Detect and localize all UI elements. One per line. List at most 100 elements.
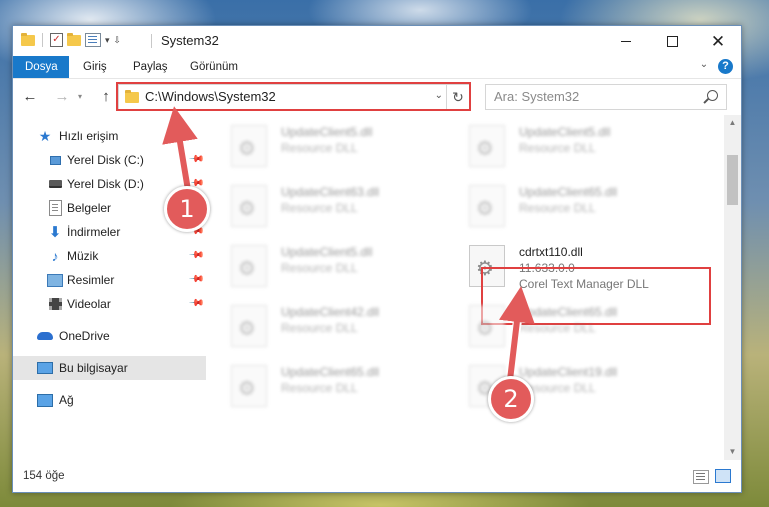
new-folder-icon[interactable] — [67, 32, 81, 46]
sidebar-item-label: Belgeler — [67, 201, 112, 215]
close-icon: ✕ — [710, 31, 726, 51]
properties-check-icon[interactable]: ✓ — [50, 33, 63, 47]
pin-icon[interactable]: 📌 — [187, 271, 204, 288]
tab-file[interactable]: Dosya — [13, 56, 69, 78]
dll-file-icon — [469, 125, 505, 167]
dll-file-icon — [231, 305, 267, 347]
file-type: Resource DLL — [281, 141, 358, 155]
expand-ribbon-icon[interactable]: ⌄ — [699, 60, 709, 70]
sidebar-item-pictures[interactable]: Resimler 📌 — [13, 268, 206, 292]
folder-icon — [21, 32, 35, 46]
sidebar-item-label: Videolar — [67, 297, 111, 311]
sidebar-item-music[interactable]: ♪ Müzik 📌 — [13, 244, 206, 268]
file-type: Resource DLL — [519, 321, 596, 335]
tab-share[interactable]: Paylaş — [121, 56, 180, 78]
maximize-button[interactable] — [649, 26, 695, 56]
file-type: Resource DLL — [281, 321, 358, 335]
sidebar-item-label: Ağ — [59, 393, 74, 407]
sidebar-item-label: Müzik — [67, 249, 99, 263]
qat-separator — [42, 33, 43, 47]
file-type: Resource DLL — [281, 381, 358, 395]
large-icons-view-icon[interactable] — [715, 469, 731, 483]
list-item[interactable]: UpdateClient5.dll Resource DLL — [209, 237, 439, 293]
list-item[interactable]: UpdateClient42.dll Resource DLL — [209, 297, 439, 353]
file-name: UpdateClient65.dll — [519, 185, 618, 199]
close-button[interactable]: ✕ — [695, 26, 741, 56]
recent-locations-icon[interactable]: ▾ — [75, 88, 85, 106]
onedrive-icon — [37, 328, 53, 344]
list-item[interactable]: UpdateClient65.dll Resource DLL — [447, 297, 677, 353]
file-name: UpdateClient19.dll — [519, 365, 618, 379]
star-icon: ★ — [38, 127, 52, 144]
search-placeholder: Ara: System32 — [494, 89, 580, 104]
list-item[interactable]: UpdateClient5.dll Resource DLL — [209, 117, 439, 173]
file-type: Resource DLL — [519, 141, 596, 155]
navigation-bar: ← → ▾ ↑ C:\Windows\System32 ⌄ ↻ Ara: Sys… — [13, 79, 741, 115]
sidebar-item-label: Resimler — [67, 273, 115, 287]
back-button[interactable]: ← — [21, 88, 39, 106]
list-item[interactable]: UpdateClient63.dll Resource DLL — [209, 177, 439, 233]
sidebar-item-label: Hızlı erişim — [59, 129, 119, 143]
sidebar-item-this-pc[interactable]: Bu bilgisayar — [13, 356, 206, 380]
pin-icon[interactable]: 📌 — [187, 151, 204, 168]
video-icon — [47, 296, 63, 312]
sidebar-item-onedrive[interactable]: OneDrive — [13, 324, 206, 348]
download-icon: ⬇ — [48, 224, 62, 241]
pictures-icon — [47, 272, 63, 288]
list-item[interactable]: UpdateClient5.dll Resource DLL — [447, 117, 677, 173]
search-box[interactable]: Ara: System32 — [485, 84, 727, 110]
file-name: UpdateClient5.dll — [281, 125, 373, 139]
tab-home[interactable]: Giriş — [71, 56, 119, 78]
up-button[interactable]: ↑ — [97, 88, 115, 106]
pin-icon[interactable]: 📌 — [187, 295, 204, 312]
title-separator — [151, 34, 152, 48]
sidebar-item-disk-c[interactable]: Yerel Disk (C:) 📌 — [13, 148, 206, 172]
minimize-icon — [621, 40, 631, 42]
status-bar: 154 öğe — [13, 462, 741, 492]
dll-file-icon — [469, 305, 505, 347]
document-icon — [47, 200, 63, 216]
file-name: UpdateClient5.dll — [281, 245, 373, 259]
properties-icon[interactable] — [85, 33, 101, 47]
computer-icon — [37, 360, 53, 376]
sidebar-item-label: Yerel Disk (D:) — [67, 177, 144, 191]
dll-file-icon — [231, 245, 267, 287]
file-name: UpdateClient5.dll — [519, 125, 611, 139]
disk-icon — [47, 176, 63, 192]
list-item[interactable]: UpdateClient65.dll Resource DLL — [447, 177, 677, 233]
search-icon[interactable] — [707, 90, 718, 101]
sidebar-item-network[interactable]: Ağ — [13, 388, 206, 412]
title-bar: ✓ ▾ ⇩ System32 ✕ — [13, 26, 741, 56]
file-explorer-window: ✓ ▾ ⇩ System32 ✕ Dosya Giriş Paylaş Görü… — [12, 25, 742, 493]
address-highlight — [116, 82, 471, 111]
customize-qat-icon[interactable]: ⇩ — [114, 35, 122, 46]
window-title: System32 — [161, 33, 219, 48]
sidebar-item-quick-access[interactable]: ★ Hızlı erişim — [13, 124, 206, 148]
vertical-scrollbar[interactable]: ▲ ▼ — [724, 115, 741, 460]
minimize-button[interactable] — [603, 26, 649, 56]
list-item[interactable]: UpdateClient65.dll Resource DLL — [209, 357, 439, 413]
tab-view[interactable]: Görünüm — [178, 56, 250, 78]
dll-file-icon — [469, 185, 505, 227]
file-type: Resource DLL — [519, 201, 596, 215]
list-item[interactable]: UpdateClient19.dll Resource DLL — [447, 357, 677, 413]
step-2-badge: 2 — [488, 376, 534, 422]
qat-dropdown-icon[interactable]: ▾ — [105, 35, 110, 46]
maximize-icon — [666, 35, 678, 47]
navigation-pane: ★ Hızlı erişim Yerel Disk (C:) 📌 Yerel D… — [13, 115, 206, 460]
forward-button[interactable]: → — [53, 88, 71, 106]
file-type: Resource DLL — [281, 261, 358, 275]
scroll-up-icon[interactable]: ▲ — [724, 115, 741, 131]
scroll-down-icon[interactable]: ▼ — [724, 444, 741, 460]
file-name: cdrtxt110.dll — [519, 245, 583, 259]
sidebar-item-videos[interactable]: Videolar 📌 — [13, 292, 206, 316]
scroll-thumb[interactable] — [727, 155, 738, 205]
help-icon[interactable]: ? — [718, 59, 733, 74]
file-name: UpdateClient65.dll — [519, 305, 618, 319]
step-1-badge: 1 — [164, 186, 210, 232]
pin-icon[interactable]: 📌 — [187, 247, 204, 264]
file-name: UpdateClient63.dll — [281, 185, 380, 199]
details-view-icon[interactable] — [693, 470, 709, 484]
dll-file-icon — [231, 185, 267, 227]
disk-icon — [47, 152, 63, 168]
